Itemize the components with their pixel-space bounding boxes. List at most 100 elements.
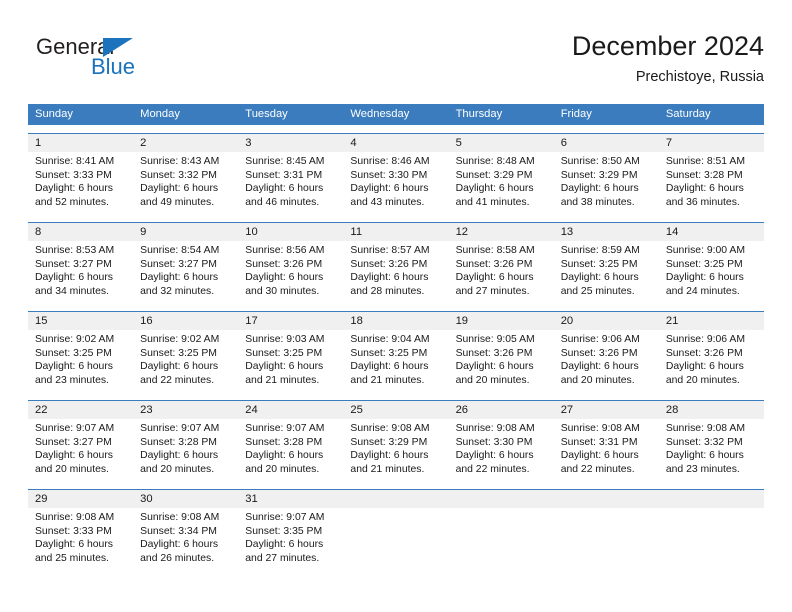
day-number: 22 bbox=[35, 404, 48, 416]
sunrise-text: Sunrise: 9:08 AM bbox=[455, 423, 535, 434]
daylight-text-line1: Daylight: 6 hours bbox=[455, 450, 534, 461]
sunrise-text: Sunrise: 9:04 AM bbox=[350, 334, 430, 345]
day-cell: Sunrise: 8:58 AM Sunset: 3:26 PM Dayligh… bbox=[449, 241, 554, 303]
sunset-text: Sunset: 3:29 PM bbox=[455, 169, 533, 181]
calendar-table: Sunday Monday Tuesday Wednesday Thursday… bbox=[28, 104, 764, 570]
weekday-header-monday: Monday bbox=[140, 108, 180, 120]
day-number: 24 bbox=[245, 404, 258, 416]
sunrise-text: Sunrise: 9:02 AM bbox=[35, 334, 115, 345]
day-number bbox=[659, 490, 764, 508]
daylight-text-line2: and 22 minutes. bbox=[140, 374, 215, 386]
sunset-text: Sunset: 3:25 PM bbox=[35, 347, 112, 359]
sunset-text: Sunset: 3:35 PM bbox=[245, 525, 323, 537]
day-number: 5 bbox=[455, 137, 462, 149]
day-number: 20 bbox=[560, 315, 574, 327]
daylight-text-line1: Daylight: 6 hours bbox=[455, 361, 534, 372]
daylight-text-line2: and 41 minutes. bbox=[455, 196, 530, 208]
week-daynumber-band: 8 9 10 11 12 13 14 bbox=[28, 223, 764, 241]
daylight-text-line1: Daylight: 6 hours bbox=[35, 361, 113, 372]
day-cell: Sunrise: 9:04 AM Sunset: 3:25 PM Dayligh… bbox=[343, 330, 448, 392]
day-number: 13 bbox=[560, 226, 574, 238]
day-cell: Sunrise: 9:02 AM Sunset: 3:25 PM Dayligh… bbox=[133, 330, 238, 392]
daylight-text-line2: and 20 minutes. bbox=[665, 374, 740, 386]
sunrise-text: Sunrise: 9:08 AM bbox=[350, 423, 430, 434]
day-cell: Sunrise: 8:54 AM Sunset: 3:27 PM Dayligh… bbox=[133, 241, 238, 303]
daylight-text-line1: Daylight: 6 hours bbox=[350, 450, 429, 461]
daylight-text-line2: and 49 minutes. bbox=[140, 196, 215, 208]
weekday-header-saturday: Saturday bbox=[665, 108, 711, 120]
daylight-text-line2: and 20 minutes. bbox=[560, 374, 635, 386]
daylight-text-line1: Daylight: 6 hours bbox=[665, 450, 744, 461]
day-number: 19 bbox=[455, 315, 469, 327]
daylight-text-line2: and 30 minutes. bbox=[245, 285, 320, 297]
day-cell: Sunrise: 8:56 AM Sunset: 3:26 PM Dayligh… bbox=[238, 241, 343, 303]
day-number: 30 bbox=[140, 493, 153, 505]
sunset-text: Sunset: 3:30 PM bbox=[350, 169, 428, 181]
title-block: December 2024 Prechistoye, Russia bbox=[572, 30, 764, 87]
weekday-header-wednesday: Wednesday bbox=[350, 108, 410, 120]
sunset-text: Sunset: 3:26 PM bbox=[560, 347, 638, 359]
daylight-text-line1: Daylight: 6 hours bbox=[140, 539, 219, 550]
daylight-text-line1: Daylight: 6 hours bbox=[560, 183, 639, 194]
sunset-text: Sunset: 3:29 PM bbox=[350, 436, 428, 448]
daylight-text-line2: and 46 minutes. bbox=[245, 196, 320, 208]
day-cell: Sunrise: 8:59 AM Sunset: 3:25 PM Dayligh… bbox=[554, 241, 659, 303]
daylight-text-line2: and 52 minutes. bbox=[35, 196, 109, 208]
day-cell: Sunrise: 9:08 AM Sunset: 3:32 PM Dayligh… bbox=[659, 419, 764, 481]
day-cell bbox=[554, 508, 659, 570]
daylight-text-line1: Daylight: 6 hours bbox=[245, 272, 324, 283]
day-cell: Sunrise: 9:08 AM Sunset: 3:29 PM Dayligh… bbox=[343, 419, 448, 481]
sunrise-text: Sunrise: 8:43 AM bbox=[140, 156, 220, 167]
day-cell: Sunrise: 8:41 AM Sunset: 3:33 PM Dayligh… bbox=[28, 152, 133, 214]
day-cell: Sunrise: 9:03 AM Sunset: 3:25 PM Dayligh… bbox=[238, 330, 343, 392]
sunset-text: Sunset: 3:34 PM bbox=[140, 525, 217, 537]
page-title: December 2024 bbox=[571, 31, 764, 61]
week-daynumber-band: 29 30 31 bbox=[28, 490, 764, 508]
daylight-text-line1: Daylight: 6 hours bbox=[245, 183, 324, 194]
sunset-text: Sunset: 3:25 PM bbox=[560, 258, 638, 270]
daylight-text-line1: Daylight: 6 hours bbox=[140, 272, 219, 283]
day-number: 11 bbox=[350, 226, 363, 238]
daylight-text-line1: Daylight: 6 hours bbox=[140, 361, 219, 372]
day-number: 23 bbox=[140, 404, 153, 416]
daylight-text-line2: and 25 minutes. bbox=[560, 285, 635, 297]
day-cell: Sunrise: 9:02 AM Sunset: 3:25 PM Dayligh… bbox=[28, 330, 133, 392]
daylight-text-line2: and 23 minutes. bbox=[665, 463, 740, 475]
sunrise-text: Sunrise: 8:59 AM bbox=[560, 245, 640, 256]
day-number: 2 bbox=[140, 137, 147, 149]
sunset-text: Sunset: 3:26 PM bbox=[350, 258, 428, 270]
day-number: 18 bbox=[350, 315, 363, 327]
daylight-text-line2: and 24 minutes. bbox=[665, 285, 740, 297]
daylight-text-line1: Daylight: 6 hours bbox=[560, 450, 639, 461]
sunset-text: Sunset: 3:26 PM bbox=[665, 347, 743, 359]
day-number: 12 bbox=[455, 226, 469, 238]
daylight-text-line1: Daylight: 6 hours bbox=[35, 539, 113, 550]
generalblue-logo: General Blue bbox=[36, 34, 236, 90]
daylight-text-line1: Daylight: 6 hours bbox=[560, 361, 639, 372]
day-cell: Sunrise: 9:07 AM Sunset: 3:35 PM Dayligh… bbox=[238, 508, 343, 570]
sunrise-text: Sunrise: 8:56 AM bbox=[245, 245, 325, 256]
daylight-text-line2: and 32 minutes. bbox=[140, 285, 215, 297]
weekday-header-friday: Friday bbox=[560, 108, 592, 120]
day-number bbox=[343, 490, 448, 508]
day-cell: Sunrise: 8:43 AM Sunset: 3:32 PM Dayligh… bbox=[133, 152, 238, 214]
day-cell: Sunrise: 9:00 AM Sunset: 3:25 PM Dayligh… bbox=[659, 241, 764, 303]
daylight-text-line2: and 22 minutes. bbox=[560, 463, 635, 475]
daylight-text-line1: Daylight: 6 hours bbox=[245, 450, 324, 461]
sunrise-text: Sunrise: 9:08 AM bbox=[140, 512, 220, 523]
location-subtitle: Prechistoye, Russia bbox=[635, 69, 764, 85]
daylight-text-line2: and 34 minutes. bbox=[35, 285, 109, 297]
day-cell: Sunrise: 8:46 AM Sunset: 3:30 PM Dayligh… bbox=[343, 152, 448, 214]
calendar-week-row: 15 16 17 18 19 20 21 Sunrise: 9:02 AM Su… bbox=[28, 311, 764, 392]
daylight-text-line2: and 25 minutes. bbox=[35, 552, 109, 564]
day-cell: Sunrise: 9:07 AM Sunset: 3:27 PM Dayligh… bbox=[28, 419, 133, 481]
day-cell: Sunrise: 8:51 AM Sunset: 3:28 PM Dayligh… bbox=[659, 152, 764, 214]
day-number: 25 bbox=[350, 404, 363, 416]
calendar-week-row: 8 9 10 11 12 13 14 Sunrise: 8:53 AM Suns… bbox=[28, 222, 764, 303]
daylight-text-line2: and 21 minutes. bbox=[245, 374, 320, 386]
sunset-text: Sunset: 3:25 PM bbox=[245, 347, 323, 359]
daylight-text-line1: Daylight: 6 hours bbox=[350, 361, 429, 372]
sunrise-text: Sunrise: 9:08 AM bbox=[560, 423, 640, 434]
sunrise-text: Sunrise: 9:08 AM bbox=[35, 512, 115, 523]
week-detail-band: Sunrise: 9:02 AM Sunset: 3:25 PM Dayligh… bbox=[28, 330, 764, 392]
